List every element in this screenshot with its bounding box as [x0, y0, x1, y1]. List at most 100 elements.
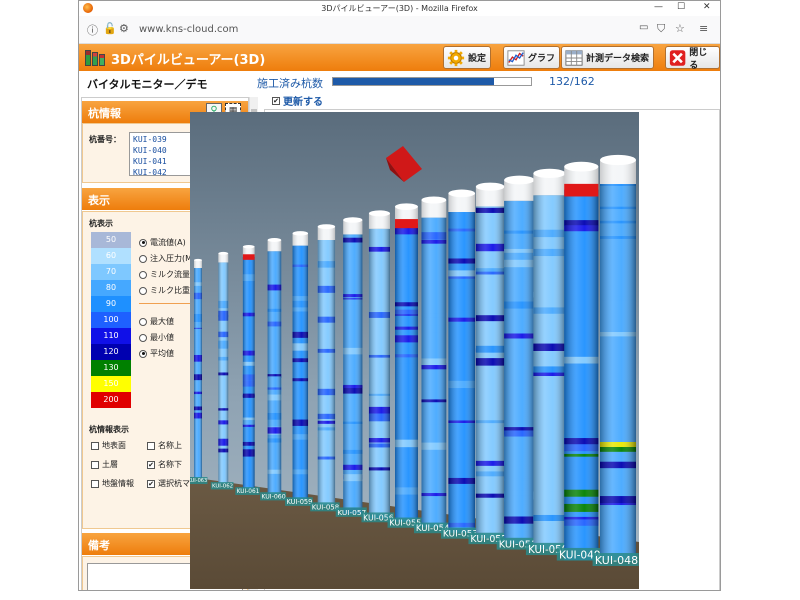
progress-fill: [333, 78, 495, 85]
maximize-button[interactable]: ☐: [677, 2, 685, 12]
constructed-count-label: 施工済み杭数: [257, 77, 323, 90]
measure-radio-current[interactable]: 電流値(A): [139, 237, 186, 248]
legend-swatch: 50: [91, 232, 131, 248]
pile[interactable]: [421, 196, 447, 528]
pile-display-label: 杭表示: [89, 219, 113, 228]
check-label: 土層: [102, 460, 118, 469]
settings-button[interactable]: 設定: [443, 46, 492, 69]
check-label: 地表面: [102, 441, 126, 450]
minimize-button[interactable]: —: [654, 2, 663, 12]
menu-icon[interactable]: ≡: [699, 22, 708, 35]
info-display-label: 杭情報表示: [89, 425, 129, 434]
legend-swatch: 60: [91, 248, 131, 264]
pile-label: KUI-048: [595, 554, 638, 567]
check-box[interactable]: [91, 441, 99, 450]
radio-label: 最小値: [150, 333, 174, 342]
close-app-button[interactable]: 閉じる: [665, 46, 720, 71]
radio-dot[interactable]: [139, 333, 147, 342]
refresh-checkbox[interactable]: ✔ 更新する: [272, 93, 323, 108]
pile[interactable]: [218, 251, 229, 484]
insecure-icon[interactable]: 🔓: [103, 22, 117, 35]
legend-swatch: 80: [91, 280, 131, 296]
pile[interactable]: [564, 161, 599, 561]
refresh-label: 更新する: [283, 97, 323, 108]
gear-icon: [447, 49, 465, 66]
radio-label: 電流値(A): [150, 238, 186, 247]
stat-radio-avg[interactable]: 平均値: [139, 348, 174, 359]
pile-logo-icon: [85, 48, 107, 66]
close-icon: [669, 49, 686, 66]
chart-icon: [507, 49, 525, 66]
pile[interactable]: [292, 231, 309, 500]
stat-radio-min[interactable]: 最小値: [139, 332, 174, 343]
page-subtitle: バイタルモニター／デモ: [87, 78, 208, 91]
pile[interactable]: [475, 182, 505, 539]
pile[interactable]: [395, 203, 418, 522]
pile[interactable]: [600, 154, 636, 560]
pile[interactable]: [448, 189, 476, 533]
legend-swatch: 100: [91, 312, 131, 328]
pile-label: KUI-059: [286, 498, 312, 506]
check-box[interactable]: [91, 479, 99, 488]
shield-icon[interactable]: ⛉: [657, 22, 665, 36]
url-text[interactable]: www.kns-cloud.com: [139, 24, 238, 35]
title-bar: 3Dパイルビューアー(3D) - Mozilla Firefox — ☐ ✕: [79, 1, 720, 16]
legend-swatch: 150: [91, 376, 131, 392]
stat-radio-max[interactable]: 最大値: [139, 316, 174, 327]
info-icon[interactable]: ⓘ: [87, 22, 98, 38]
pile-label: KUI-061: [237, 489, 260, 495]
data-search-button[interactable]: 計測データ検索: [561, 46, 655, 69]
remarks-title: 備考: [88, 539, 110, 552]
radio-label: 平均値: [150, 349, 174, 358]
check-label: 地盤情報: [102, 479, 134, 488]
radio-dot[interactable]: [139, 270, 147, 279]
app-title: 3Dパイルビューアー(3D): [111, 53, 266, 68]
legend-swatch: 90: [91, 296, 131, 312]
check-box[interactable]: [147, 441, 155, 450]
radio-dot[interactable]: [139, 238, 147, 247]
pile[interactable]: [368, 210, 391, 519]
permissions-icon[interactable]: ⚙: [119, 22, 129, 35]
pile[interactable]: [317, 224, 336, 506]
pile[interactable]: [504, 175, 535, 544]
graph-button[interactable]: グラフ: [503, 46, 561, 69]
pile[interactable]: [194, 258, 202, 478]
display-title: 表示: [88, 194, 110, 207]
check-soil-layer[interactable]: 土層: [91, 459, 118, 470]
radio-dot[interactable]: [139, 349, 147, 358]
graph-label: グラフ: [528, 54, 556, 64]
pile[interactable]: [242, 244, 255, 489]
window-title: 3Dパイルビューアー(3D) - Mozilla Firefox: [321, 4, 478, 13]
radio-label: 最大値: [150, 317, 174, 326]
3d-scene[interactable]: KUI-063KUI-062KUI-061KUI-060KUI-059KUI-0…: [190, 112, 639, 589]
close-window-button[interactable]: ✕: [703, 2, 711, 12]
close-app-label: 閉じる: [689, 47, 708, 71]
pile[interactable]: [267, 238, 282, 495]
check-label: 名称上: [158, 441, 182, 450]
radio-dot[interactable]: [139, 317, 147, 326]
color-legend: 50 60 70 80 90 100 110 120 130 150 200: [91, 232, 131, 408]
bookmark-star-icon[interactable]: ☆: [675, 22, 685, 35]
pile-info-title: 杭情報: [88, 107, 121, 120]
legend-swatch: 120: [91, 344, 131, 360]
check-ground-surface[interactable]: 地表面: [91, 440, 126, 451]
radio-dot[interactable]: [139, 254, 147, 263]
check-name-bottom[interactable]: ✔ 名称下: [147, 459, 182, 470]
app-header: 3Dパイルビューアー(3D) 設定 グラフ 計測データ検索 閉じる: [79, 44, 720, 71]
progress-bar: [332, 77, 532, 86]
3d-pile-viewer[interactable]: KUI-063KUI-062KUI-061KUI-060KUI-059KUI-0…: [190, 112, 639, 589]
pocket-icon[interactable]: ▭: [639, 22, 648, 33]
check-box[interactable]: ✔: [147, 460, 155, 469]
pile[interactable]: [533, 168, 566, 550]
radio-dot[interactable]: [139, 286, 147, 295]
check-box[interactable]: [91, 460, 99, 469]
pile[interactable]: [343, 217, 363, 514]
refresh-check-box[interactable]: ✔: [272, 96, 280, 105]
pile-no-label: 杭番号：: [89, 135, 121, 144]
check-name-top[interactable]: 名称上: [147, 440, 182, 451]
spreadsheet-icon: [565, 49, 583, 66]
check-ground-info[interactable]: 地盤情報: [91, 478, 134, 489]
url-bar: ⓘ 🔓 ⚙ www.kns-cloud.com ▭ ⛉ ☆ ≡: [79, 16, 720, 44]
pile-label: KUI-063: [190, 478, 207, 484]
check-box[interactable]: ✔: [147, 479, 155, 488]
